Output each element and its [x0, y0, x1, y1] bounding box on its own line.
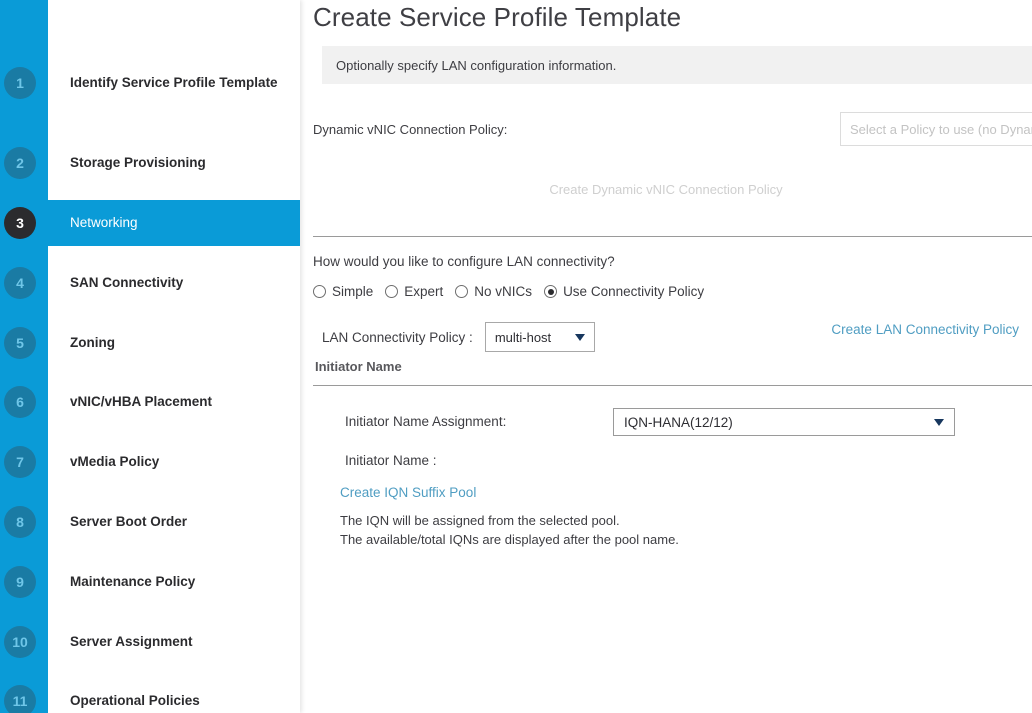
- radio-option-no-vnics[interactable]: No vNICs: [455, 284, 532, 299]
- radio-label: Expert: [404, 284, 443, 299]
- step-number-6: 6: [4, 386, 36, 418]
- initiator-name-label: Initiator Name :: [345, 453, 437, 468]
- divider: [313, 236, 1032, 237]
- sidebar-item-label: Server Assignment: [70, 633, 290, 651]
- sidebar-item-identify-service-profile-template[interactable]: 1 Identify Service Profile Template: [0, 60, 300, 106]
- radio-label: Simple: [332, 284, 373, 299]
- lan-connectivity-policy-select[interactable]: multi-host: [485, 322, 595, 352]
- sidebar-item-label: vNIC/vHBA Placement: [70, 393, 290, 411]
- step-number-5: 5: [4, 327, 36, 359]
- sidebar-item-maintenance-policy[interactable]: 9 Maintenance Policy: [0, 559, 300, 605]
- step-number-3: 3: [4, 207, 36, 239]
- sidebar-item-label: Maintenance Policy: [70, 573, 290, 591]
- initiator-name-assignment-label: Initiator Name Assignment:: [345, 414, 506, 429]
- lan-connectivity-policy-label: LAN Connectivity Policy :: [322, 330, 473, 345]
- help-line-1: The IQN will be assigned from the select…: [340, 511, 679, 530]
- sidebar-item-label: Operational Policies: [70, 692, 290, 710]
- radio-label: No vNICs: [474, 284, 532, 299]
- initiator-help-text: The IQN will be assigned from the select…: [340, 511, 679, 549]
- page-title: Create Service Profile Template: [313, 2, 681, 33]
- radio-circle-icon: [385, 285, 398, 298]
- sidebar-item-storage-provisioning[interactable]: 2 Storage Provisioning: [0, 140, 300, 186]
- radio-label: Use Connectivity Policy: [563, 284, 704, 299]
- lan-connectivity-radio-group: Simple Expert No vNICs Use Connectivity …: [313, 284, 716, 299]
- dynamic-vnic-policy-select[interactable]: Select a Policy to use (no Dynamic vNIC …: [840, 112, 1032, 146]
- radio-option-expert[interactable]: Expert: [385, 284, 443, 299]
- chevron-down-icon: [575, 334, 585, 341]
- step-number-9: 9: [4, 566, 36, 598]
- chevron-down-icon: [934, 419, 944, 426]
- main-content: Create Service Profile Template Optional…: [300, 0, 1032, 713]
- create-lan-connectivity-policy-link[interactable]: Create LAN Connectivity Policy: [831, 322, 1019, 337]
- step-number-7: 7: [4, 446, 36, 478]
- initiator-name-assignment-select[interactable]: IQN-HANA(12/12): [613, 408, 955, 436]
- help-line-2: The available/total IQNs are displayed a…: [340, 530, 679, 549]
- initiator-name-section-header: Initiator Name: [315, 359, 402, 374]
- lan-connectivity-question: How would you like to configure LAN conn…: [313, 254, 615, 269]
- initiator-name-assignment-value: IQN-HANA(12/12): [624, 415, 733, 430]
- step-number-10: 10: [4, 626, 36, 658]
- dynamic-vnic-policy-label: Dynamic vNIC Connection Policy:: [313, 122, 507, 137]
- section-divider: [313, 385, 1032, 386]
- sidebar-item-label: Zoning: [70, 334, 290, 352]
- sidebar-item-label: Identify Service Profile Template: [70, 74, 290, 92]
- sidebar-item-networking[interactable]: 3 Networking: [0, 200, 300, 246]
- sidebar-item-label: vMedia Policy: [70, 453, 290, 471]
- lan-connectivity-policy-value: multi-host: [495, 330, 551, 345]
- sidebar-item-san-connectivity[interactable]: 4 SAN Connectivity: [0, 260, 300, 306]
- step-number-1: 1: [4, 67, 36, 99]
- step-number-11: 11: [4, 685, 36, 713]
- create-service-profile-template-wizard: 1 Identify Service Profile Template 2 St…: [0, 0, 1032, 713]
- radio-circle-selected-icon: [544, 285, 557, 298]
- sidebar-item-vmedia-policy[interactable]: 7 vMedia Policy: [0, 439, 300, 485]
- lan-connectivity-policy-row: LAN Connectivity Policy : multi-host: [322, 322, 595, 352]
- info-banner-text: Optionally specify LAN configuration inf…: [322, 58, 616, 73]
- sidebar-item-server-boot-order[interactable]: 8 Server Boot Order: [0, 499, 300, 545]
- radio-option-simple[interactable]: Simple: [313, 284, 373, 299]
- sidebar-item-label: Storage Provisioning: [70, 154, 290, 172]
- step-number-2: 2: [4, 147, 36, 179]
- radio-circle-icon: [455, 285, 468, 298]
- step-number-8: 8: [4, 506, 36, 538]
- info-banner: Optionally specify LAN configuration inf…: [322, 46, 1032, 84]
- sidebar-item-label: Networking: [70, 214, 290, 232]
- sidebar-item-label: SAN Connectivity: [70, 274, 290, 292]
- dynamic-vnic-policy-placeholder: Select a Policy to use (no Dynamic vNIC …: [841, 122, 1032, 137]
- radio-circle-icon: [313, 285, 326, 298]
- sidebar-item-vnic-vhba-placement[interactable]: 6 vNIC/vHBA Placement: [0, 379, 300, 425]
- sidebar-item-label: Server Boot Order: [70, 513, 290, 531]
- sidebar-item-operational-policies[interactable]: 11 Operational Policies: [0, 678, 300, 713]
- create-dynamic-vnic-connection-policy-link[interactable]: Create Dynamic vNIC Connection Policy: [300, 182, 1032, 197]
- sidebar-item-server-assignment[interactable]: 10 Server Assignment: [0, 619, 300, 665]
- wizard-step-list: 1 Identify Service Profile Template 2 St…: [0, 0, 300, 713]
- radio-option-use-connectivity-policy[interactable]: Use Connectivity Policy: [544, 284, 704, 299]
- step-number-4: 4: [4, 267, 36, 299]
- create-iqn-suffix-pool-link[interactable]: Create IQN Suffix Pool: [340, 485, 476, 500]
- sidebar-item-zoning[interactable]: 5 Zoning: [0, 320, 300, 366]
